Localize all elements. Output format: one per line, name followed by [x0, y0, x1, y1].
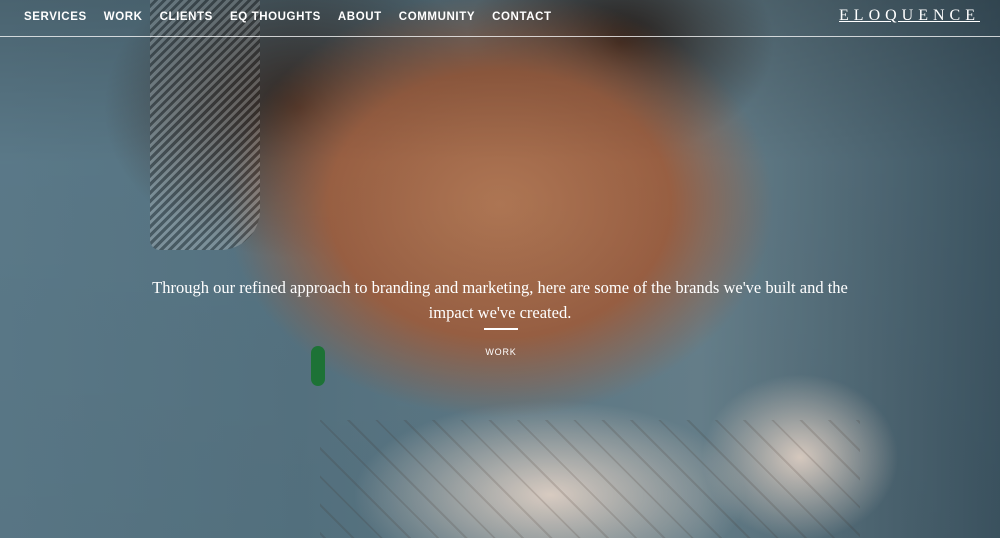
hero-overlay [0, 0, 1000, 538]
nav-item-community[interactable]: COMMUNITY [399, 11, 475, 23]
nav-item-services[interactable]: SERVICES [24, 11, 87, 23]
work-link[interactable]: WORK [470, 347, 532, 357]
site-header: SERVICES WORK CLIENTS EQ THOUGHTS ABOUT … [0, 0, 1000, 37]
nav-item-contact[interactable]: CONTACT [492, 11, 552, 23]
nav-item-about[interactable]: ABOUT [338, 11, 382, 23]
brand-logo[interactable]: ELOQUENCE [839, 7, 980, 25]
nav-item-clients[interactable]: CLIENTS [160, 11, 213, 23]
nav-item-work[interactable]: WORK [104, 11, 143, 23]
hero-divider [484, 328, 518, 330]
nav-item-eq-thoughts[interactable]: EQ THOUGHTS [230, 11, 321, 23]
hero-background-image [0, 0, 1000, 538]
main-nav: SERVICES WORK CLIENTS EQ THOUGHTS ABOUT … [24, 11, 552, 23]
hero-intro-text: Through our refined approach to branding… [152, 277, 848, 322]
